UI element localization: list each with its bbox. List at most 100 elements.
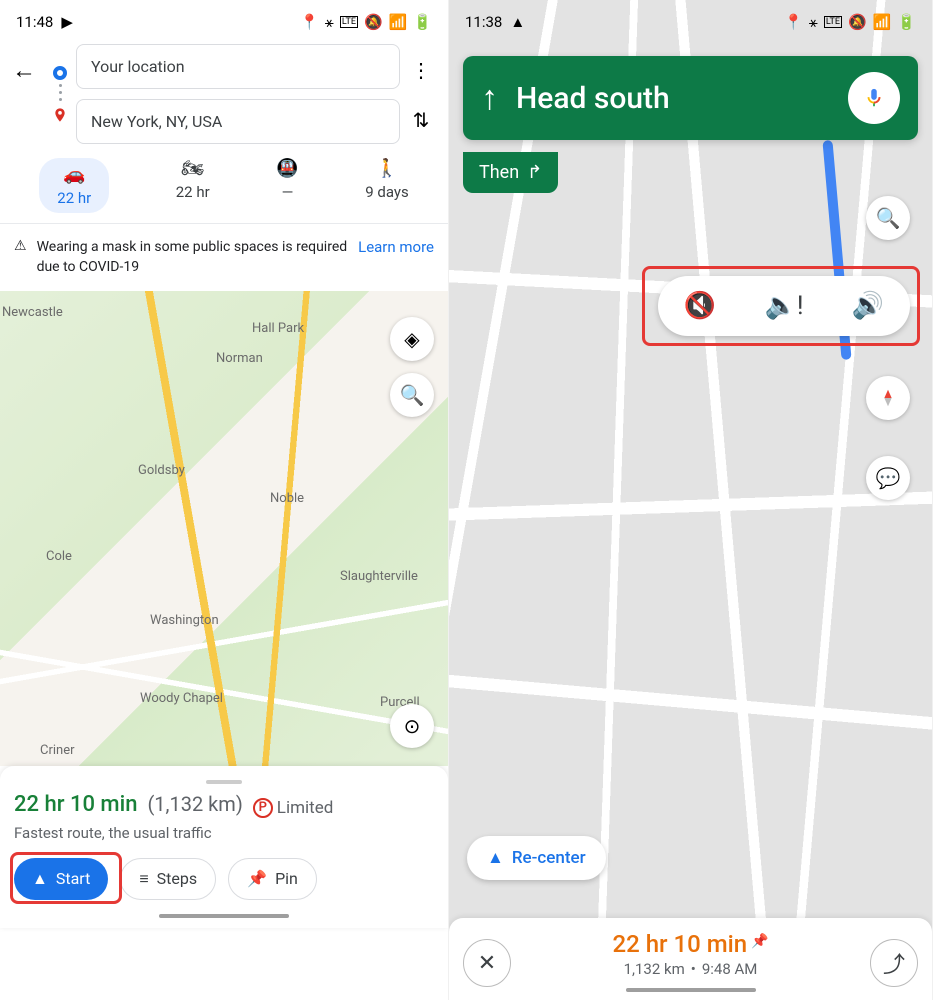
learn-more-link[interactable]: Learn more (358, 238, 434, 256)
mute-icon: 🔇 (684, 291, 716, 321)
sound-on-icon: 🔊 (852, 291, 884, 321)
sound-alerts-button[interactable]: 🔈! (742, 276, 826, 336)
eta-distance: 1,132 km (624, 960, 685, 978)
place-label: Noble (270, 491, 304, 506)
eta-top-row: 22 hr 10 min 📌 (511, 930, 870, 958)
parking-icon: P (253, 798, 273, 818)
voice-search-button[interactable] (848, 72, 900, 124)
motorcycle-icon: 🏍 (181, 158, 204, 179)
sound-on-button[interactable]: 🔊 (826, 276, 910, 336)
warning-icon: ⚠ (14, 238, 27, 254)
bluetooth-icon: ⚹ (325, 13, 334, 31)
my-location-button[interactable]: ⊙ (390, 704, 434, 748)
search-along-route-button[interactable]: 🔍 (866, 196, 910, 240)
place-label: Cole (46, 549, 72, 564)
recenter-label: Re-center (512, 848, 586, 868)
route-duration: 22 hr 10 min (14, 792, 137, 817)
map-preview[interactable]: Newcastle Hall Park Norman Goldsby Noble… (0, 291, 448, 766)
mode-car[interactable]: 🚗 22 hr (39, 158, 109, 213)
walk-icon: 🚶 (376, 158, 398, 179)
mode-transit[interactable]: 🚇 — (276, 158, 298, 213)
route-options-icon: ⤴ (883, 947, 905, 979)
more-menu-icon[interactable]: ⋮ (411, 58, 431, 82)
destination-pin-icon (52, 105, 68, 130)
report-button[interactable]: 💬 (866, 456, 910, 500)
mode-walk-label: 9 days (365, 183, 409, 201)
place-label: Criner (40, 743, 75, 758)
compass-icon (877, 387, 899, 409)
pin-button[interactable]: 📌 Pin (228, 858, 317, 900)
route-dots (50, 44, 70, 130)
place-label: Newcastle (2, 305, 63, 320)
parking-label: Limited (277, 798, 334, 818)
mode-walk[interactable]: 🚶 9 days (365, 158, 409, 213)
sound-mute-button[interactable]: 🔇 (658, 276, 742, 336)
direction-arrow-icon: ↑ (481, 78, 498, 118)
place-label: Norman (216, 351, 263, 366)
close-navigation-button[interactable]: ✕ (463, 939, 511, 987)
phone-directions: 11:48 ▶ 📍 ⚹ LTE 🔕 📶 🔋 ← Your location Ne… (0, 0, 449, 1000)
search-icon: 🔍 (400, 383, 425, 407)
steps-button[interactable]: ≡ Steps (120, 858, 216, 900)
next-step-badge[interactable]: Then ↱ (463, 152, 558, 193)
turn-right-icon: ↱ (527, 162, 542, 183)
drag-handle[interactable] (206, 780, 242, 784)
mode-motorcycle[interactable]: 🏍 22 hr (176, 158, 210, 213)
start-button[interactable]: ▲ Start (14, 858, 108, 900)
mic-icon (863, 87, 885, 109)
list-icon: ≡ (139, 869, 148, 889)
gesture-bar[interactable] (159, 914, 289, 918)
place-label: Washington (150, 613, 219, 628)
alerts-only-icon: 🔈! (764, 291, 803, 321)
nav-instruction: Head south (516, 81, 830, 116)
pinned-icon: 📌 (751, 934, 768, 950)
battery-icon: 🔋 (413, 13, 432, 31)
search-map-button[interactable]: 🔍 (390, 373, 434, 417)
eta-duration: 22 hr 10 min (612, 930, 747, 958)
steps-label: Steps (157, 869, 197, 888)
place-label: Goldsby (138, 463, 185, 478)
route-note: Fastest route, the usual traffic (14, 824, 434, 842)
add-report-icon: 💬 (876, 466, 901, 490)
close-icon: ✕ (478, 951, 496, 976)
covid-alert: ⚠ Wearing a mask in some public spaces i… (0, 224, 448, 291)
origin-input[interactable]: Your location (76, 44, 400, 89)
status-time: 11:48 (16, 13, 53, 31)
youtube-icon: ▶ (61, 13, 73, 31)
navigation-banner[interactable]: ↑ Head south (463, 56, 918, 140)
pin-icon: 📌 (247, 869, 267, 888)
route-summary-card[interactable]: 22 hr 10 min (1,132 km) P Limited Fastes… (0, 766, 448, 928)
eta-arrival: 9:48 AM (702, 960, 758, 978)
nav-arrow-status-icon: ▲ (510, 13, 525, 31)
layers-button[interactable]: ◈ (390, 317, 434, 361)
parking-info: P Limited (253, 798, 334, 818)
status-bar: 11:38 ▲ 📍 ⚹ LTE 🔕 📶 🔋 (449, 0, 932, 44)
compass-button[interactable] (866, 376, 910, 420)
mode-moto-label: 22 hr (176, 183, 210, 201)
place-label: Woody Chapel (140, 691, 223, 706)
destination-input[interactable]: New York, NY, USA (76, 99, 400, 144)
navigate-icon: ▲ (32, 869, 48, 889)
mute-icon: 🔕 (848, 13, 867, 31)
volte-icon: LTE (340, 16, 358, 28)
mode-car-label: 22 hr (57, 189, 91, 207)
gesture-bar[interactable] (626, 988, 756, 992)
volte-icon: LTE (824, 16, 842, 28)
start-label: Start (56, 869, 90, 888)
search-icon: 🔍 (876, 206, 901, 230)
phone-navigation: 11:38 ▲ 📍 ⚹ LTE 🔕 📶 🔋 ↑ Head south Then … (449, 0, 933, 1000)
alternate-routes-button[interactable]: ⤴ (870, 939, 918, 987)
route-distance: (1,132 km) (147, 792, 242, 816)
origin-dot-icon (53, 66, 67, 80)
status-bar: 11:48 ▶ 📍 ⚹ LTE 🔕 📶 🔋 (0, 0, 448, 44)
swap-icon[interactable]: ⇅ (413, 108, 430, 132)
mute-icon: 🔕 (364, 13, 383, 31)
mode-transit-label: — (282, 183, 294, 201)
back-button[interactable]: ← (12, 44, 44, 85)
navigation-bottom-bar[interactable]: ✕ 22 hr 10 min 📌 1,132 km•9:48 AM ⤴ (449, 918, 932, 1000)
layers-icon: ◈ (404, 327, 419, 351)
sound-toggle-panel: 🔇 🔈! 🔊 (658, 276, 910, 336)
bluetooth-icon: ⚹ (809, 13, 818, 31)
car-icon: 🚗 (63, 164, 85, 185)
recenter-button[interactable]: ▲ Re-center (467, 836, 606, 880)
